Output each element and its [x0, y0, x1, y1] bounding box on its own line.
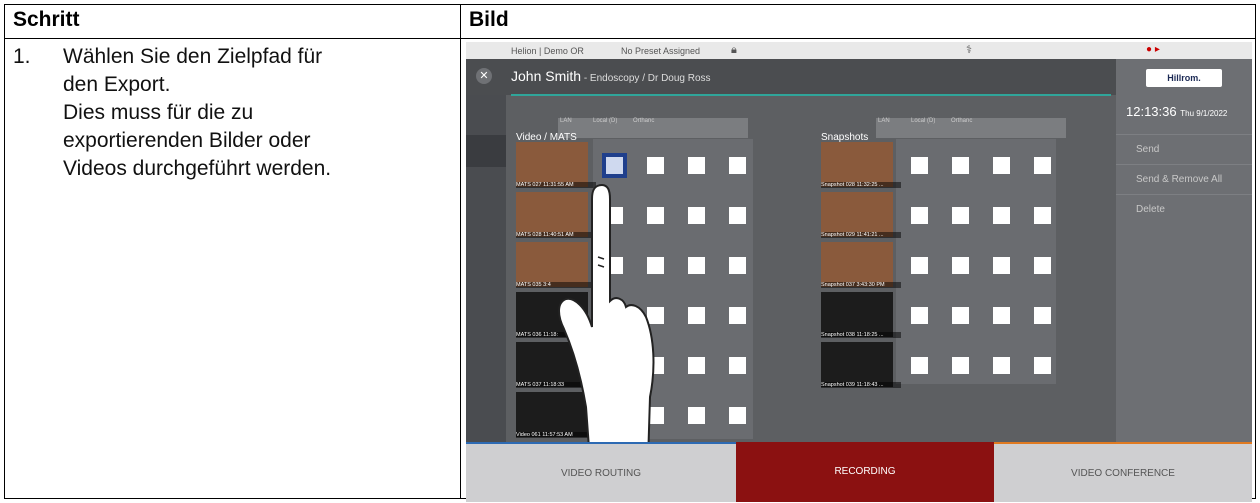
column-label: LAN [878, 118, 890, 124]
video-icon[interactable] [466, 167, 506, 199]
checkbox[interactable] [911, 307, 928, 324]
column-label: LAN [560, 118, 572, 124]
instruction-table: Schritt Bild 1. Wählen Sie den Zielpfad … [4, 4, 1256, 502]
close-icon[interactable]: ✕ [476, 68, 492, 84]
snapshot-thumbnail[interactable]: Snapshot 029 11:41:21 ... [821, 192, 901, 238]
snapshot-thumbnail[interactable]: Snapshot 037 3:43:30 PM [821, 242, 901, 288]
status-bar: Helion | Demo OR No Preset Assigned 🔒︎ ⚕… [466, 42, 1252, 59]
checkbox[interactable] [688, 357, 705, 374]
send-remove-all-button[interactable]: Send & Remove All [1116, 164, 1252, 194]
left-toolbar [466, 95, 506, 442]
checkbox[interactable] [729, 357, 746, 374]
checkbox-selected[interactable] [602, 153, 627, 178]
checkbox[interactable] [688, 207, 705, 224]
checkbox[interactable] [647, 157, 664, 174]
delete-button[interactable]: Delete [1116, 194, 1252, 224]
record-indicator-icon: ● ▸ [1146, 44, 1160, 55]
checkbox[interactable] [1034, 357, 1051, 374]
export-icon[interactable] [466, 135, 506, 167]
step-line: Wählen Sie den Zielpfad für [63, 45, 323, 68]
checkbox[interactable] [952, 257, 969, 274]
checkbox[interactable] [1034, 207, 1051, 224]
checkbox[interactable] [688, 157, 705, 174]
checkbox[interactable] [729, 257, 746, 274]
checkbox[interactable] [911, 257, 928, 274]
bottom-nav: VIDEO ROUTING RECORDING VIDEO CONFERENCE [466, 442, 1252, 502]
patient-name: John Smith - Endoscopy / Dr Doug Ross [511, 68, 711, 84]
checkbox[interactable] [993, 357, 1010, 374]
device-screenshot: Helion | Demo OR No Preset Assigned 🔒︎ ⚕… [466, 42, 1252, 502]
video-routing-tab[interactable]: VIDEO ROUTING [466, 442, 736, 502]
column-label: Orthanc [951, 118, 973, 124]
checkbox[interactable] [688, 257, 705, 274]
step-line: Dies muss für die zu [63, 101, 254, 124]
right-panel: Hillrom. 12:13:36 Thu 9/1/2022 Send Send… [1116, 59, 1252, 442]
step-cell: 1. Wählen Sie den Zielpfad für den Expor… [4, 38, 461, 499]
checkbox[interactable] [911, 357, 928, 374]
checkbox[interactable] [993, 207, 1010, 224]
checkbox[interactable] [952, 357, 969, 374]
checkbox[interactable] [1034, 157, 1051, 174]
recording-tab[interactable]: RECORDING [736, 442, 994, 502]
step-line: exportierenden Bilder oder [63, 129, 311, 152]
clock: 12:13:36 Thu 9/1/2022 [1126, 104, 1228, 119]
checkbox[interactable] [952, 157, 969, 174]
checkbox[interactable] [1034, 307, 1051, 324]
step-number: 1. [13, 45, 31, 68]
checkbox[interactable] [688, 307, 705, 324]
thumb-label: Snapshot 038 11:18:25 ... [821, 332, 901, 338]
checkbox[interactable] [993, 157, 1010, 174]
send-button[interactable]: Send [1116, 134, 1252, 164]
thumb-label: Snapshot 039 11:18:43 ... [821, 382, 901, 388]
header-image: Bild [460, 4, 1256, 39]
checkbox[interactable] [952, 307, 969, 324]
image-cell: Helion | Demo OR No Preset Assigned 🔒︎ ⚕… [460, 38, 1256, 502]
checkbox[interactable] [952, 207, 969, 224]
step-text: Wählen Sie den Zielpfad für den Export. … [63, 43, 452, 183]
hillrom-logo: Hillrom. [1146, 69, 1222, 87]
user-icon: ⚕︎ [966, 44, 972, 56]
snapshot-thumbnail[interactable]: Snapshot 028 11:32:25 ... [821, 142, 901, 188]
checkbox[interactable] [729, 207, 746, 224]
checkbox[interactable] [1034, 257, 1051, 274]
snapshot-thumbnail[interactable]: Snapshot 039 11:18:43 ... [821, 342, 901, 388]
snapshot-thumbnail[interactable]: Snapshot 038 11:18:25 ... [821, 292, 901, 338]
pointing-hand-icon [558, 183, 655, 462]
thumb-label: Snapshot 029 11:41:21 ... [821, 232, 901, 238]
column-label: Local (D) [593, 118, 618, 124]
video-conference-tab[interactable]: VIDEO CONFERENCE [994, 442, 1252, 502]
step-line: den Export. [63, 73, 171, 96]
step-line: Videos durchgeführt werden. [63, 157, 332, 180]
snapshot-column-header: LAN Local (D) Orthanc [876, 118, 1066, 138]
checkbox[interactable] [993, 257, 1010, 274]
checkbox[interactable] [911, 207, 928, 224]
column-label: Orthanc [633, 118, 655, 124]
patient-header: ✕ John Smith - Endoscopy / Dr Doug Ross [466, 59, 1116, 95]
checkbox[interactable] [993, 307, 1010, 324]
checkbox[interactable] [729, 407, 746, 424]
thumb-label: Snapshot 037 3:43:30 PM [821, 282, 901, 288]
header-divider [511, 94, 1111, 96]
video-column-header: LAN Local (D) Orthanc [558, 118, 748, 138]
header-step: Schritt [4, 4, 461, 39]
checkbox[interactable] [729, 157, 746, 174]
checkbox[interactable] [729, 307, 746, 324]
lock-icon: 🔒︎ [731, 44, 737, 56]
preset-label: No Preset Assigned [621, 46, 701, 56]
checkbox[interactable] [688, 407, 705, 424]
thumb-label: Snapshot 028 11:32:25 ... [821, 182, 901, 188]
playback-icon[interactable] [466, 199, 506, 231]
column-label: Local (D) [911, 118, 936, 124]
checkbox[interactable] [911, 157, 928, 174]
room-label: Helion | Demo OR [511, 46, 584, 56]
